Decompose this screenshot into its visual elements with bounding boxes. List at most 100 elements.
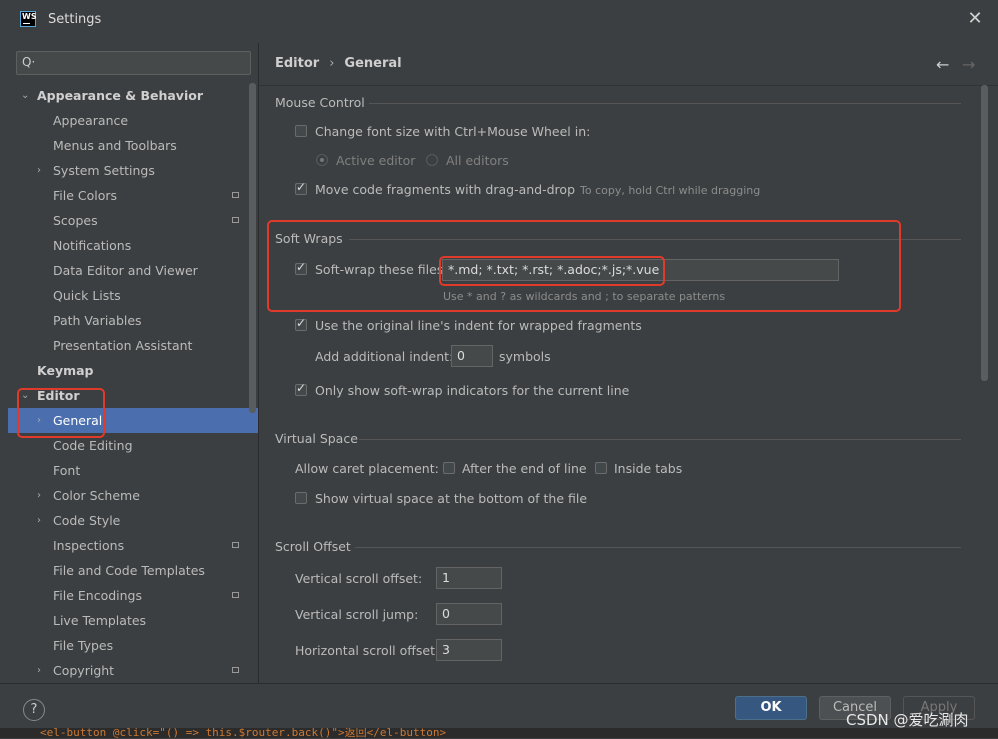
ok-button[interactable]: OK (735, 696, 807, 720)
sidebar-item[interactable]: Keymap (8, 358, 258, 383)
section-divider (369, 103, 961, 104)
radio-all-editors[interactable] (426, 154, 438, 166)
sidebar-item[interactable]: ⌄ Appearance & Behavior (8, 83, 258, 108)
caret-placement-label: Allow caret placement: (295, 461, 439, 476)
sidebar-item-label: Appearance (53, 113, 129, 128)
drag-drop-checkbox[interactable] (295, 180, 307, 195)
sidebar-item-label: File and Code Templates (53, 563, 205, 578)
chevron-right-icon[interactable]: › (37, 483, 49, 508)
h-scroll-offset-input[interactable]: 3 (436, 639, 502, 661)
sidebar-item[interactable]: Notifications (8, 233, 258, 258)
sidebar-item[interactable]: File Colors (8, 183, 258, 208)
show-virtual-space-label: Show virtual space at the bottom of the … (315, 491, 588, 506)
sidebar-item-label: Font (53, 463, 81, 478)
chevron-right-icon[interactable]: › (37, 658, 49, 683)
radio-all-editors-label: All editors (446, 153, 509, 168)
sidebar-item[interactable]: Menus and Toolbars (8, 133, 258, 158)
sidebar-item[interactable]: Inspections (8, 533, 258, 558)
content-scrollbar[interactable] (981, 85, 988, 381)
highlight-editor-general (17, 388, 105, 438)
section-divider (359, 439, 961, 440)
sidebar-item-label: Color Scheme (53, 488, 140, 503)
section-title-scroll-offset: Scroll Offset (275, 539, 351, 554)
wrap-indicators-label: Only show soft-wrap indicators for the c… (315, 383, 630, 398)
chevron-right-icon[interactable]: › (37, 508, 49, 533)
symbols-label: symbols (499, 349, 551, 364)
help-button[interactable]: ? (23, 699, 45, 721)
font-size-wheel-checkbox[interactable] (295, 125, 307, 137)
sidebar-item[interactable]: File Encodings (8, 583, 258, 608)
show-virtual-space-checkbox[interactable] (295, 492, 307, 504)
sidebar-item[interactable]: Quick Lists (8, 283, 258, 308)
breadcrumb-general: General (344, 56, 402, 71)
sidebar-item-label: Menus and Toolbars (53, 138, 177, 153)
v-scroll-offset-input[interactable]: 1 (436, 567, 502, 589)
after-end-label: After the end of line (462, 461, 587, 476)
settings-content: Editor › General ← → Mouse Control Change … (259, 43, 998, 683)
webstorm-logo-icon: WS (20, 11, 37, 27)
sidebar-item[interactable]: Data Editor and Viewer (8, 258, 258, 283)
chevron-right-icon: › (329, 56, 335, 71)
sidebar-item[interactable]: File Types (8, 633, 258, 658)
project-scope-icon (232, 192, 239, 198)
font-size-wheel-label: Change font size with Ctrl+Mouse Wheel i… (315, 124, 591, 139)
project-scope-icon (232, 592, 239, 598)
highlight-wrap-input (439, 256, 665, 286)
v-scroll-offset-label: Vertical scroll offset: (295, 571, 423, 586)
sidebar-item-label: File Types (53, 638, 114, 653)
sidebar-item-label: File Colors (53, 188, 118, 203)
breadcrumb-editor[interactable]: Editor (275, 56, 319, 71)
section-title-mouse-control: Mouse Control (275, 95, 365, 110)
v-scroll-jump-input[interactable]: 0 (436, 603, 502, 625)
sidebar-item[interactable]: › Copyright (8, 658, 258, 683)
sidebar-item-label: System Settings (53, 163, 155, 178)
chevron-right-icon[interactable]: › (37, 158, 49, 183)
project-scope-icon (232, 542, 239, 548)
sidebar-item[interactable]: › Code Style (8, 508, 258, 533)
window-title: Settings (48, 12, 102, 27)
section-divider (355, 547, 961, 548)
drag-drop-hint: To copy, hold Ctrl while dragging (580, 184, 761, 197)
original-indent-checkbox[interactable] (295, 316, 307, 331)
back-arrow-icon[interactable]: ← (936, 55, 949, 74)
wrap-indicators-checkbox[interactable] (295, 381, 307, 396)
settings-sidebar: Q· ⌄ Appearance & Behavior Appearance Menus… (8, 43, 258, 683)
sidebar-scrollbar[interactable] (249, 83, 256, 413)
sidebar-item-label: Path Variables (53, 313, 142, 328)
title-bar: WS Settings ✕ (0, 0, 998, 40)
forward-arrow-icon[interactable]: → (962, 55, 975, 74)
drag-drop-label: Move code fragments with drag-and-drop (315, 182, 576, 197)
sidebar-item-label: Keymap (37, 363, 94, 378)
sidebar-item[interactable]: Font (8, 458, 258, 483)
sidebar-item[interactable]: › Color Scheme (8, 483, 258, 508)
inside-tabs-label: Inside tabs (614, 461, 683, 476)
sidebar-item[interactable]: Live Templates (8, 608, 258, 633)
radio-active-editor[interactable] (316, 154, 328, 166)
additional-indent-input[interactable]: 0 (451, 345, 493, 367)
original-indent-label: Use the original line's indent for wrapp… (315, 318, 642, 333)
sidebar-item[interactable]: Scopes (8, 208, 258, 233)
h-scroll-offset-label: Horizontal scroll offset: (295, 643, 440, 658)
sidebar-item[interactable]: › System Settings (8, 158, 258, 183)
sidebar-item-label: Inspections (53, 538, 125, 553)
settings-search-input[interactable]: Q· (16, 51, 251, 75)
radio-active-editor-label: Active editor (336, 153, 416, 168)
sidebar-item[interactable]: Appearance (8, 108, 258, 133)
sidebar-item-label: Appearance & Behavior (37, 88, 203, 103)
breadcrumb: Editor › General (275, 56, 402, 71)
sidebar-item-label: File Encodings (53, 588, 143, 603)
sidebar-item[interactable]: Presentation Assistant (8, 333, 258, 358)
sidebar-item[interactable]: File and Code Templates (8, 558, 258, 583)
close-button[interactable]: ✕ (964, 8, 986, 30)
after-end-checkbox[interactable] (443, 462, 455, 474)
project-scope-icon (232, 667, 239, 673)
chevron-down-icon[interactable]: ⌄ (21, 83, 33, 108)
inside-tabs-checkbox[interactable] (595, 462, 607, 474)
sidebar-item-label: Live Templates (53, 613, 147, 628)
header-divider (259, 85, 998, 86)
sidebar-item[interactable]: Path Variables (8, 308, 258, 333)
v-scroll-jump-label: Vertical scroll jump: (295, 607, 419, 622)
sidebar-item-label: Copyright (53, 663, 115, 678)
sidebar-item-label: Presentation Assistant (53, 338, 193, 353)
sidebar-item-label: Notifications (53, 238, 132, 253)
